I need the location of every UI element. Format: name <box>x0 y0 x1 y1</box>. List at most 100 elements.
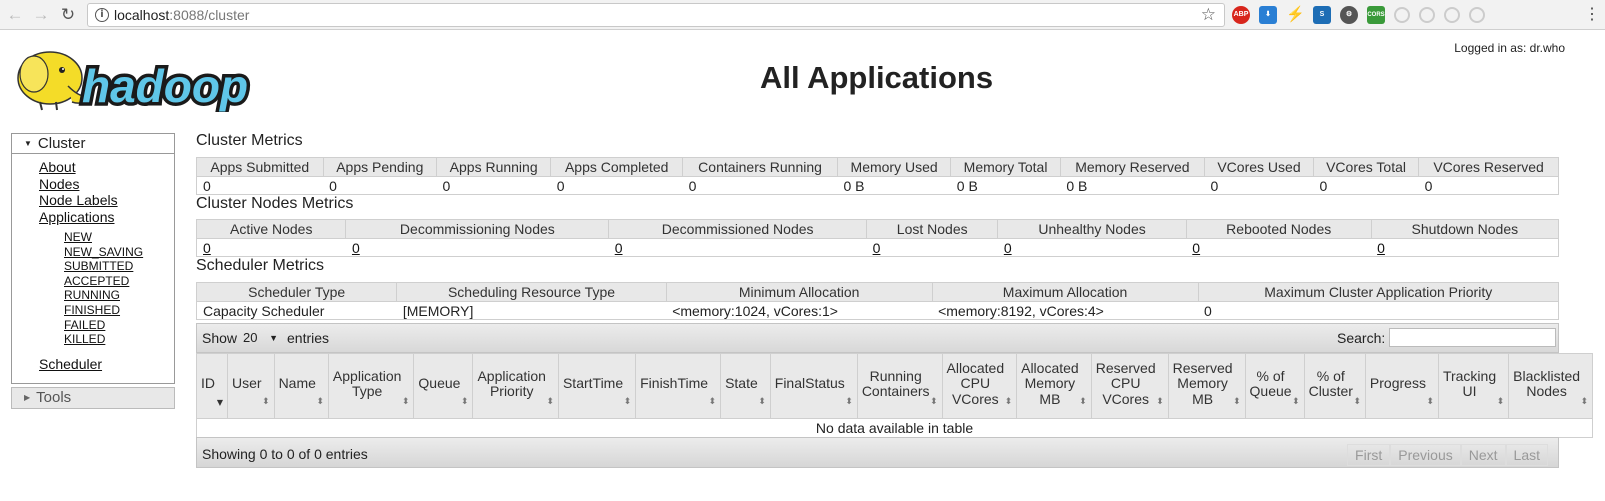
sidebar-item-nodes[interactable]: Nodes <box>39 176 118 193</box>
address-bar[interactable]: i localhost:8088/cluster ☆ <box>87 3 1225 27</box>
scheduler-metrics-table: Scheduler Type Scheduling Resource Type … <box>195 282 1559 320</box>
column-header-start-time[interactable]: StartTime ⬍ <box>557 353 637 419</box>
node-metric-link[interactable]: 0 <box>1004 240 1012 256</box>
sidebar-state-running[interactable]: RUNNING <box>64 288 143 303</box>
download-icon[interactable]: ⬇ <box>1259 6 1277 24</box>
node-metric-header: Unhealthy Nodes <box>997 219 1187 239</box>
applications-table: ID ▼ User ⬍ Name ⬍ Application Type ⬍ Queue ⬍… <box>195 353 1594 438</box>
node-metric-link[interactable]: 0 <box>203 240 211 256</box>
sidebar-state-killed[interactable]: KILLED <box>64 332 143 347</box>
circle-extension-icon[interactable] <box>1444 7 1460 23</box>
column-header-id[interactable]: ID ▼ <box>196 353 228 419</box>
metric-value: 0 <box>436 176 551 195</box>
column-header-queue[interactable]: Queue ⬍ <box>413 353 474 419</box>
menu-dots-icon[interactable]: ⋮ <box>1584 5 1600 25</box>
sort-icon: ⬍ <box>460 396 469 407</box>
logged-in-user: Logged in as: dr.who <box>1454 41 1565 55</box>
cors-icon[interactable]: CORS <box>1367 6 1385 24</box>
column-header-application-priority[interactable]: Application Priority ⬍ <box>472 353 559 419</box>
sidebar-cluster-header[interactable]: ▼ Cluster <box>12 134 174 154</box>
sidebar-cluster-panel: ▼ Cluster About Nodes Node Labels Applica… <box>11 133 175 384</box>
metric-header: Apps Submitted <box>196 157 324 177</box>
entries-per-page-value: 20 <box>243 330 258 345</box>
next-page-button[interactable]: Next <box>1460 444 1506 466</box>
puzzle-extension-icon[interactable] <box>1469 7 1485 23</box>
sidebar-state-accepted[interactable]: ACCEPTED <box>64 274 143 289</box>
entries-label: entries <box>287 330 330 346</box>
scheduler-metric-value: 0 <box>1198 301 1559 320</box>
column-header-state[interactable]: State ⬍ <box>720 353 771 419</box>
sort-icon: ⬍ <box>1292 396 1300 407</box>
back-arrow-icon[interactable]: ← <box>4 4 26 26</box>
sidebar-state-new-saving[interactable]: NEW_SAVING <box>64 245 143 260</box>
metric-value: 0 B <box>1060 176 1205 195</box>
sidebar-state-failed[interactable]: FAILED <box>64 318 143 333</box>
node-metric-link[interactable]: 0 <box>1192 240 1200 256</box>
star-icon[interactable]: ☆ <box>1201 5 1216 25</box>
column-header-name[interactable]: Name ⬍ <box>273 353 329 419</box>
bolt-icon[interactable]: ⚡ <box>1286 6 1305 24</box>
column-header-percent-of-cluster[interactable]: % of Cluster ⬍ <box>1303 353 1366 419</box>
metric-header: Containers Running <box>682 157 838 177</box>
column-header-finish-time[interactable]: FinishTime ⬍ <box>635 353 722 419</box>
column-header-tracking-ui[interactable]: Tracking UI ⬍ <box>1437 353 1510 419</box>
sort-icon: ⬍ <box>401 396 410 407</box>
search-input[interactable] <box>1389 328 1556 347</box>
scheduler-metric-value: <memory:8192, vCores:4> <box>932 301 1198 320</box>
sidebar-state-submitted[interactable]: SUBMITTED <box>64 259 143 274</box>
adblock-icon[interactable]: ABP <box>1232 6 1250 24</box>
sidebar-item-about[interactable]: About <box>39 159 118 176</box>
column-header-blacklisted-nodes[interactable]: Blacklisted Nodes ⬍ <box>1508 353 1594 419</box>
extension-icon[interactable] <box>1394 7 1410 23</box>
sidebar-links: About Nodes Node Labels Applications <box>39 159 118 225</box>
sidebar-tools-header[interactable]: ▶ Tools <box>11 387 175 409</box>
hadoop-logo[interactable]: hadoop hadoop <box>10 40 310 116</box>
node-metric-link[interactable]: 0 <box>615 240 623 256</box>
sidebar-item-scheduler[interactable]: Scheduler <box>39 356 102 372</box>
sidebar-state-finished[interactable]: FINISHED <box>64 303 143 318</box>
cluster-metrics-table: Apps Submitted Apps Pending Apps Running… <box>196 157 1559 195</box>
apps-table-toolbar: Show 20 ▼ entries Search: <box>196 323 1559 353</box>
sort-icon: ⬍ <box>546 396 554 407</box>
column-header-reserved-memory-mb[interactable]: Reserved Memory MB ⬍ <box>1167 353 1246 419</box>
metric-value: 0 <box>550 176 683 195</box>
column-header-allocated-memory-mb[interactable]: Allocated Memory MB ⬍ <box>1016 353 1092 419</box>
metric-header: VCores Total <box>1312 157 1420 177</box>
first-page-button[interactable]: First <box>1347 444 1391 466</box>
previous-page-button[interactable]: Previous <box>1390 444 1461 466</box>
s-extension-icon[interactable]: S <box>1313 6 1331 24</box>
forward-arrow-icon[interactable]: → <box>30 4 52 26</box>
sidebar-item-node-labels[interactable]: Node Labels <box>39 192 118 209</box>
scheduler-metrics-title: Scheduler Metrics <box>196 257 325 274</box>
metric-header: Memory Reserved <box>1059 157 1206 177</box>
column-header-application-type[interactable]: Application Type ⬍ <box>327 353 415 419</box>
cluster-metrics-title: Cluster Metrics <box>196 132 303 149</box>
reload-icon[interactable]: ↻ <box>57 4 79 26</box>
node-metric-link[interactable]: 0 <box>1377 240 1385 256</box>
node-metric-link[interactable]: 0 <box>873 240 881 256</box>
triangle-down-icon: ▼ <box>24 139 32 148</box>
column-header-progress[interactable]: Progress ⬍ <box>1364 353 1439 419</box>
sidebar-item-applications[interactable]: Applications <box>39 209 118 226</box>
column-header-running-containers[interactable]: Running Containers ⬍ <box>856 353 943 419</box>
column-header-percent-of-queue[interactable]: % of Queue ⬍ <box>1244 353 1305 419</box>
search-label: Search: <box>1337 330 1386 346</box>
url-text[interactable]: localhost:8088/cluster <box>114 7 249 23</box>
metric-header: Memory Total <box>950 157 1061 177</box>
info-icon[interactable]: i <box>95 8 109 22</box>
sort-icon: ⬍ <box>1233 396 1241 407</box>
sort-icon: ⬍ <box>929 396 938 407</box>
node-metric-header: Lost Nodes <box>866 219 999 239</box>
sidebar-state-new[interactable]: NEW <box>64 230 143 245</box>
column-header-user[interactable]: User ⬍ <box>227 353 275 419</box>
sort-icon: ⬍ <box>262 396 270 407</box>
column-header-allocated-cpu-vcores[interactable]: Allocated CPU VCores ⬍ <box>941 353 1018 419</box>
last-page-button[interactable]: Last <box>1505 444 1548 466</box>
node-metric-link[interactable]: 0 <box>352 240 360 256</box>
column-header-final-status[interactable]: FinalStatus ⬍ <box>769 353 858 419</box>
gear-extension-icon[interactable]: ⚙ <box>1340 6 1358 24</box>
scheduler-metric-header: Scheduler Type <box>195 282 398 302</box>
entries-per-page-select[interactable]: 20 ▼ <box>241 329 281 347</box>
column-header-reserved-cpu-vcores[interactable]: Reserved CPU VCores ⬍ <box>1090 353 1169 419</box>
camera-extension-icon[interactable] <box>1419 7 1435 23</box>
